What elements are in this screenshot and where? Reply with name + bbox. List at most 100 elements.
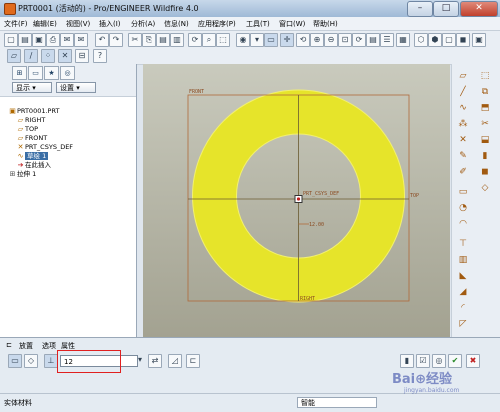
paste-icon[interactable]: ▤ [156,33,170,47]
cut-icon[interactable]: ✂ [128,33,142,47]
tree-item-insert-here[interactable]: ➔ 在此插入 [16,161,51,170]
select-box-icon[interactable]: ⬚ [216,33,230,47]
merge-tool-icon[interactable]: ⬒ [479,102,491,114]
menu-info[interactable]: 信息(N) [164,19,189,29]
annotation-display-icon[interactable]: ⊟ [75,49,89,63]
save-icon[interactable]: ▣ [32,33,46,47]
undo-icon[interactable]: ↶ [95,33,109,47]
pause-icon[interactable]: ▮ [400,354,414,368]
model-tree-tab[interactable]: ⊞ [12,66,27,80]
datum-point-tool-icon[interactable]: ⁂ [457,118,469,130]
new-icon[interactable]: ▢ [4,33,18,47]
folder-browser-tab[interactable]: ▭ [28,66,43,80]
csys-display-icon[interactable]: ✕ [58,49,72,63]
repaint-icon[interactable]: ▭ [264,33,278,47]
saved-views-icon[interactable]: ▤ [366,33,380,47]
graphics-window[interactable]: FRONT PRT_CSYS_DEF TOP 12.00 RIGHT [143,64,450,337]
maximize-button[interactable]: □ [433,1,459,17]
menu-window[interactable]: 窗口(W) [279,19,305,29]
selection-mode-dropdown[interactable]: 智能 [297,397,377,408]
paste-special-icon[interactable]: ▥ [170,33,184,47]
display-style-icon[interactable]: ▣ [472,33,486,47]
redo-icon[interactable]: ↷ [109,33,123,47]
tree-item-extrude[interactable]: ⊞ 拉伸 1 [8,170,37,179]
favorites-tab[interactable]: ★ [44,66,59,80]
shell-tool-icon[interactable]: ▥ [457,254,469,266]
menu-view[interactable]: 视图(V) [66,19,90,29]
menu-help[interactable]: 帮助(H) [313,19,338,29]
csys-tool-icon[interactable]: ✕ [457,134,469,146]
zoom-in-icon[interactable]: ⊕ [310,33,324,47]
draft-tool-icon[interactable]: ◢ [457,286,469,298]
preview-checkbox-icon[interactable]: ☑ [416,354,430,368]
settings-dropdown[interactable]: 设置 ▾ [56,82,96,93]
shading-icon[interactable]: ◼ [456,33,470,47]
print-icon[interactable]: ⎙ [46,33,60,47]
layers-icon[interactable]: ☰ [380,33,394,47]
hidden-line-icon[interactable]: ⬢ [428,33,442,47]
datum-plane-tool-icon[interactable]: ▱ [457,70,469,82]
tab-options[interactable]: 选项 [42,341,56,351]
regenerate-icon[interactable]: ⟳ [188,33,202,47]
find-icon[interactable]: ⌕ [202,33,216,47]
chamfer-tool-icon[interactable]: ◸ [457,318,469,330]
pattern-tool-icon[interactable]: ⬚ [479,70,491,82]
solidify-tool-icon[interactable]: ◼ [479,166,491,178]
sweep-tool-icon[interactable]: ◠ [457,218,469,230]
open-icon[interactable]: ▤ [18,33,32,47]
remove-material-icon[interactable]: ◿ [168,354,182,368]
hole-tool-icon[interactable]: ⊤ [457,238,469,250]
datum-axis-tool-icon[interactable]: ╱ [457,86,469,98]
no-hidden-icon[interactable]: ▢ [442,33,456,47]
depth-dropdown-arrow-icon[interactable]: ▾ [134,354,146,366]
trim-tool-icon[interactable]: ✂ [479,118,491,130]
thicken-tool-icon[interactable]: ▮ [479,150,491,162]
sketch-tool-icon[interactable]: ✐ [457,166,469,178]
menu-file[interactable]: 文件(F) [4,19,28,29]
extrude-solid-icon[interactable]: ▭ [8,354,22,368]
tree-item-csys[interactable]: ✕ PRT_CSYS_DEF [16,143,73,152]
cancel-icon[interactable]: ✖ [466,354,480,368]
spin-center-icon[interactable]: ✛ [280,33,294,47]
tree-item-sketch[interactable]: ∿ 草绘 1 [16,152,49,161]
flip-direction-icon[interactable]: ⇄ [148,354,162,368]
verify-icon[interactable]: ◎ [432,354,446,368]
reorient-icon[interactable]: ⟳ [352,33,366,47]
tree-item-part[interactable]: ▣PRT0001.PRT [8,107,59,116]
rib-tool-icon[interactable]: ◣ [457,270,469,282]
tree-item-front[interactable]: ▱ FRONT [16,134,47,143]
extrude-surface-icon[interactable]: ◇ [24,354,38,368]
binoculars-icon[interactable]: ◉ [236,33,250,47]
round-tool-icon[interactable]: ◜ [457,302,469,314]
menu-tools[interactable]: 工具(T) [246,19,270,29]
copy-icon[interactable]: ⎘ [142,33,156,47]
connections-tab[interactable]: ◎ [60,66,75,80]
datum-plane-display-icon[interactable]: ▱ [7,49,21,63]
menu-applications[interactable]: 应用程序(P) [198,19,236,29]
depth-dimension-label[interactable]: 12.00 [309,222,324,228]
check-icon[interactable]: ✔ [448,354,462,368]
dashboard-expand-icon[interactable]: ⊏ [6,341,12,349]
datum-curve-tool-icon[interactable]: ∿ [457,102,469,114]
tree-item-top[interactable]: ▱ TOP [16,125,38,134]
email-icon[interactable]: ✉ [60,33,74,47]
show-dropdown[interactable]: 显示 ▾ [12,82,52,93]
view-manager-icon[interactable]: ▦ [396,33,410,47]
tree-item-right[interactable]: ▱ RIGHT [16,116,46,125]
minimize-button[interactable]: – [407,1,433,17]
selection-filter-icon[interactable]: ▾ [250,33,264,47]
datum-point-display-icon[interactable]: ⁘ [41,49,55,63]
close-button[interactable]: ✕ [460,1,498,17]
blind-depth-icon[interactable]: ⊥ [44,354,58,368]
email-attach-icon[interactable]: ✉ [74,33,88,47]
extrude-tool-icon[interactable]: ▭ [457,186,469,198]
zoom-out-icon[interactable]: ⊖ [324,33,338,47]
datum-axis-display-icon[interactable]: ∕ [24,49,38,63]
menu-analysis[interactable]: 分析(A) [131,19,155,29]
menu-insert[interactable]: 插入(I) [99,19,121,29]
analysis-feature-icon[interactable]: ✎ [457,150,469,162]
context-help-icon[interactable]: ? [93,49,107,63]
revolve-tool-icon[interactable]: ◔ [457,202,469,214]
wireframe-icon[interactable]: ⬡ [414,33,428,47]
orient-mode-icon[interactable]: ⟲ [296,33,310,47]
